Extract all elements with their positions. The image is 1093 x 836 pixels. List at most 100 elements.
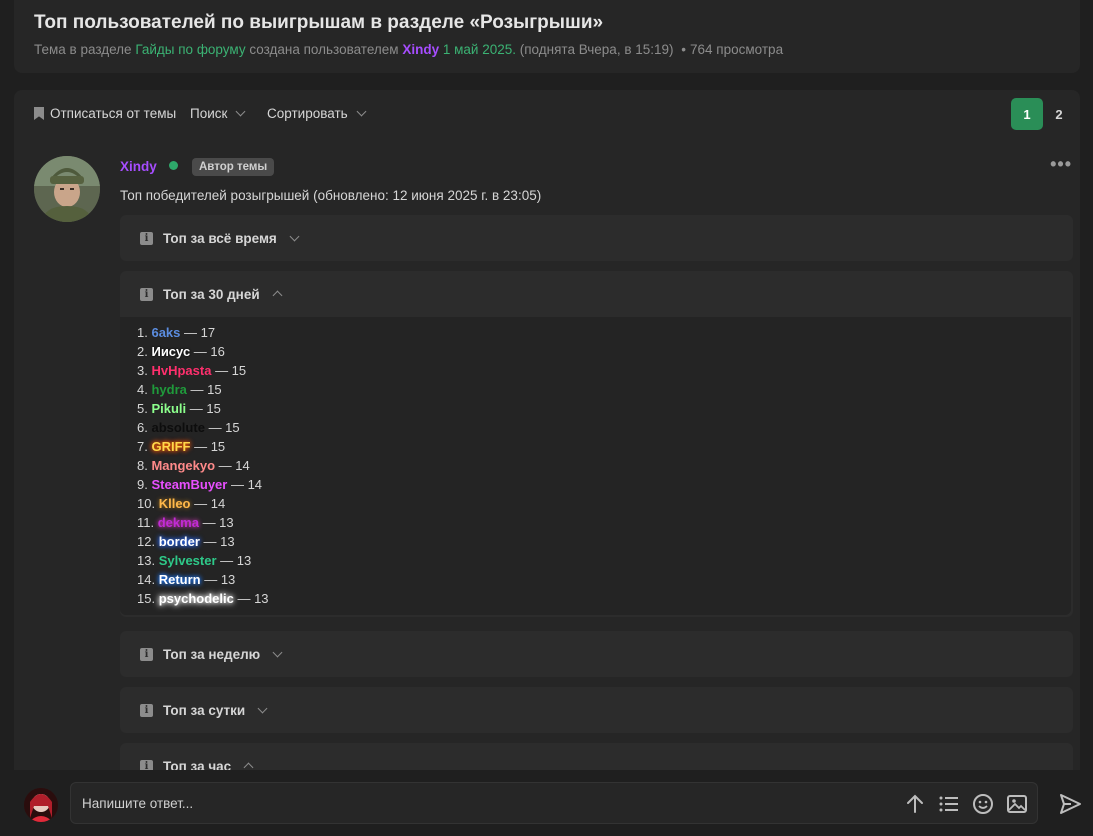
sort-dropdown[interactable]: Сортировать <box>267 106 367 121</box>
rank-number: 15. <box>137 591 156 606</box>
thread-toolbar: Отписаться от темы Поиск Сортировать 1 2 <box>14 90 1080 138</box>
winner-username[interactable]: Mangekyo <box>151 458 215 473</box>
unsubscribe-label: Отписаться от темы <box>50 106 177 121</box>
list-item: 4. hydra — 15 <box>137 380 1071 399</box>
chevron-down-icon <box>272 647 283 657</box>
meta-separator: • <box>681 42 687 57</box>
avatar-image <box>34 156 100 222</box>
rank-number: 12. <box>137 534 156 549</box>
list-item: 12. border — 13 <box>137 532 1071 551</box>
image-icon[interactable] <box>1006 793 1028 815</box>
spoiler-title: Топ за неделю <box>163 646 261 662</box>
spoiler-header[interactable]: i Топ за неделю <box>120 631 1073 677</box>
win-count: — 14 <box>230 477 263 492</box>
rank-number: 13. <box>137 553 156 568</box>
rank-number: 14. <box>137 572 156 587</box>
list-item: 3. HvHpasta — 15 <box>137 361 1071 380</box>
winner-username[interactable]: SteamBuyer <box>151 477 227 492</box>
page-title: Топ пользователей по выигрышам в разделе… <box>34 12 604 33</box>
post-more-menu-button[interactable]: ••• <box>1050 154 1072 175</box>
author-avatar[interactable] <box>34 156 100 222</box>
rank-number: 2. <box>137 344 148 359</box>
author-link[interactable]: Xindy <box>402 42 439 57</box>
view-count: 764 просмотра <box>690 42 784 57</box>
winner-username[interactable]: Pikuli <box>151 401 186 416</box>
win-count: — 17 <box>184 325 216 340</box>
win-count: — 15 <box>194 439 226 454</box>
spoiler-30-days[interactable]: i Топ за 30 дней 1. 6aks — 17 2. Иисус — … <box>120 271 1073 617</box>
smiley-icon[interactable] <box>972 793 994 815</box>
spoiler-header[interactable]: i Топ за 30 дней <box>120 271 1073 317</box>
post-author-name[interactable]: Xindy <box>120 159 157 174</box>
rank-number: 7. <box>137 439 148 454</box>
rank-number: 4. <box>137 382 148 397</box>
thread-meta: Тема в разделе Гайды по форуму создана п… <box>34 42 783 57</box>
win-count: — 14 <box>194 496 226 511</box>
info-icon: i <box>140 287 153 301</box>
spoiler-header[interactable]: i Топ за сутки <box>120 687 1073 733</box>
win-count: — 14 <box>218 458 250 473</box>
search-dropdown[interactable]: Поиск <box>190 106 246 121</box>
winner-username[interactable]: Иисус <box>151 344 190 359</box>
current-user-avatar[interactable] <box>24 788 58 822</box>
info-icon: i <box>140 647 153 661</box>
list-icon[interactable] <box>938 793 960 815</box>
winner-username[interactable]: border <box>159 534 200 549</box>
meta-prefix: Тема в разделе <box>34 42 132 57</box>
bookmark-icon <box>34 107 44 120</box>
section-link[interactable]: Гайды по форуму <box>135 42 245 57</box>
spoiler-day[interactable]: i Топ за сутки <box>120 687 1073 733</box>
send-icon[interactable] <box>1058 792 1082 816</box>
chevron-down-icon <box>257 703 268 713</box>
created-date[interactable]: 1 май 2025. <box>443 42 516 57</box>
thread-header: Топ пользователей по выигрышам в разделе… <box>14 0 1080 73</box>
rank-number: 9. <box>137 477 148 492</box>
winner-username[interactable]: dekma <box>158 515 199 530</box>
spoiler-header[interactable]: i Топ за всё время <box>120 215 1073 261</box>
winner-username[interactable]: psychodelic <box>159 591 234 606</box>
list-item: 2. Иисус — 16 <box>137 342 1071 361</box>
win-count: — 13 <box>204 572 236 587</box>
win-count: — 13 <box>203 534 235 549</box>
win-count: — 15 <box>208 420 240 435</box>
rank-number: 6. <box>137 420 148 435</box>
list-item: 14. Return — 13 <box>137 570 1071 589</box>
chevron-down-icon <box>356 106 367 117</box>
spoiler-content: 1. 6aks — 17 2. Иисус — 16 3. HvHpasta — 1… <box>120 317 1071 615</box>
spoiler-all-time[interactable]: i Топ за всё время <box>120 215 1073 261</box>
unsubscribe-button[interactable]: Отписаться от темы <box>34 106 176 121</box>
rank-number: 3. <box>137 363 148 378</box>
list-item: 13. Sylvester — 13 <box>137 551 1071 570</box>
winner-username[interactable]: 6aks <box>151 325 180 340</box>
post-text: Топ победителей розыгрышей (обновлено: 1… <box>120 188 542 203</box>
arrow-up-icon[interactable] <box>904 793 926 815</box>
page-2-button[interactable]: 2 <box>1043 98 1075 130</box>
list-item: 8. Mangekyo — 14 <box>137 456 1071 475</box>
winner-username[interactable]: hydra <box>151 382 186 397</box>
win-count: — 15 <box>190 382 222 397</box>
win-count: — 16 <box>193 344 225 359</box>
list-item: 11. dekma — 13 <box>137 513 1071 532</box>
sort-label: Сортировать <box>267 106 348 121</box>
winner-username[interactable]: absolute <box>151 420 204 435</box>
win-count: — 15 <box>215 363 247 378</box>
win-count: — 13 <box>220 553 252 568</box>
rank-number: 10. <box>137 496 156 511</box>
user-avatar-image <box>24 788 58 822</box>
winner-username[interactable]: Return <box>159 572 201 587</box>
page-1-button[interactable]: 1 <box>1011 98 1043 130</box>
winners-list: 1. 6aks — 17 2. Иисус — 16 3. HvHpasta — 1… <box>137 323 1071 608</box>
chevron-down-icon <box>289 231 300 241</box>
chevron-down-icon <box>235 106 246 117</box>
winner-username[interactable]: Klleo <box>159 496 191 511</box>
winner-username[interactable]: Sylvester <box>159 553 217 568</box>
spoiler-week[interactable]: i Топ за неделю <box>120 631 1073 677</box>
info-icon: i <box>140 231 153 245</box>
winner-username[interactable]: HvHpasta <box>151 363 211 378</box>
winner-username[interactable]: GRIFF <box>151 439 190 454</box>
reply-input[interactable]: Напишите ответ... <box>70 782 1038 824</box>
bumped-text: (поднята Вчера, в 15:19) <box>519 42 674 57</box>
spoiler-title: Топ за всё время <box>163 230 277 246</box>
list-item: 6. absolute — 15 <box>137 418 1071 437</box>
list-item: 10. Klleo — 14 <box>137 494 1071 513</box>
